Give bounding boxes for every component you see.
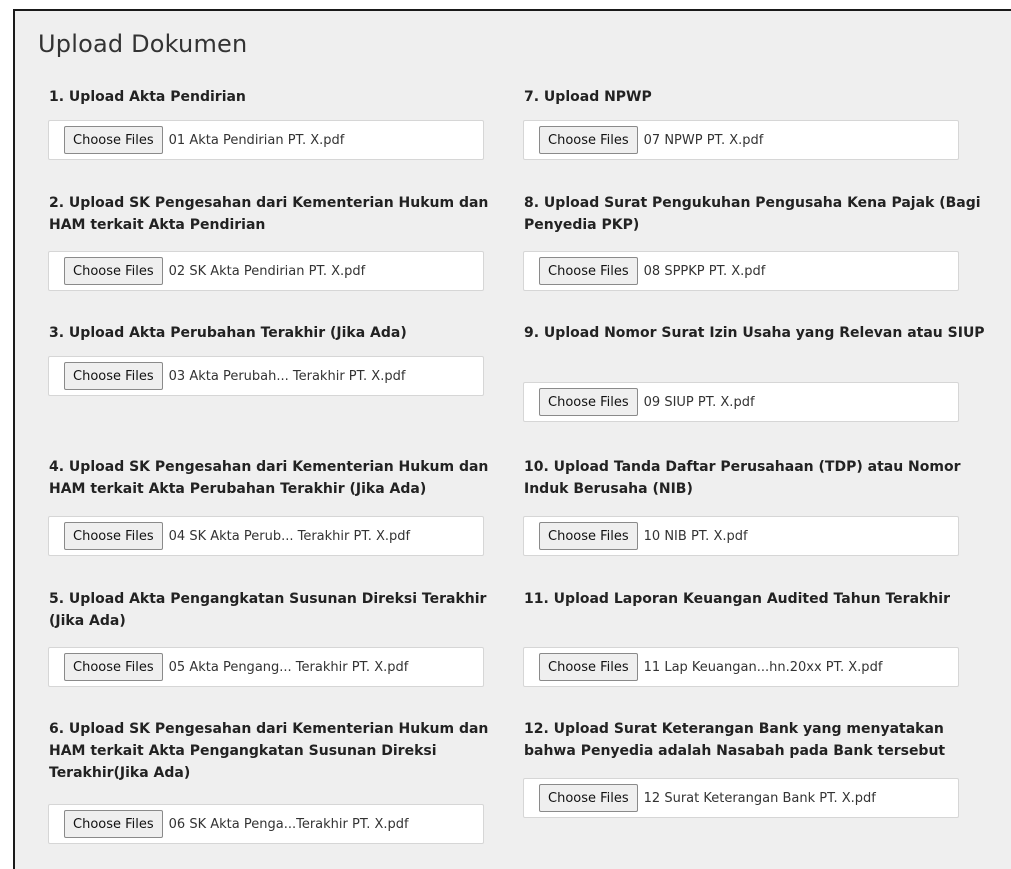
upload-11-label: 11. Upload Laporan Keuangan Audited Tahu… bbox=[524, 591, 951, 607]
upload-8-choose-files-button[interactable]: Choose Files bbox=[539, 257, 638, 285]
upload-5-label: 5. Upload Akta Pengangkatan Susunan Dire… bbox=[49, 591, 487, 629]
page-title: Upload Dokumen bbox=[38, 30, 248, 58]
upload-12-file-name: 12 Surat Keterangan Bank PT. X.pdf bbox=[643, 790, 876, 806]
upload-5-field: Choose Files 05 Akta Pengang... Terakhir… bbox=[48, 647, 484, 687]
upload-1-choose-files-button[interactable]: Choose Files bbox=[64, 126, 163, 154]
upload-10-label: 10. Upload Tanda Daftar Perusahaan (TDP)… bbox=[524, 459, 961, 497]
upload-11-file-name: 11 Lap Keuangan...hn.20xx PT. X.pdf bbox=[643, 659, 883, 675]
upload-12-label: 12. Upload Surat Keterangan Bank yang me… bbox=[524, 721, 946, 759]
upload-11-field: Choose Files 11 Lap Keuangan...hn.20xx P… bbox=[523, 647, 959, 687]
upload-4-choose-files-button[interactable]: Choose Files bbox=[64, 522, 163, 550]
upload-2-field: Choose Files 02 SK Akta Pendirian PT. X.… bbox=[48, 251, 484, 291]
upload-8-label: 8. Upload Surat Pengukuhan Pengusaha Ken… bbox=[524, 195, 981, 233]
upload-2-choose-files-button[interactable]: Choose Files bbox=[64, 257, 163, 285]
upload-6-label: 6. Upload SK Pengesahan dari Kementerian… bbox=[49, 721, 489, 781]
upload-10-field: Choose Files 10 NIB PT. X.pdf bbox=[523, 516, 959, 556]
upload-3-field: Choose Files 03 Akta Perubah... Terakhir… bbox=[48, 356, 484, 396]
upload-10-choose-files-button[interactable]: Choose Files bbox=[539, 522, 638, 550]
upload-9-field: Choose Files 09 SIUP PT. X.pdf bbox=[523, 382, 959, 422]
upload-10-file-name: 10 NIB PT. X.pdf bbox=[643, 528, 748, 544]
upload-6-file-name: 06 SK Akta Penga...Terakhir PT. X.pdf bbox=[168, 816, 409, 832]
upload-6-choose-files-button[interactable]: Choose Files bbox=[64, 810, 163, 838]
upload-8-file-name: 08 SPPKP PT. X.pdf bbox=[643, 263, 766, 279]
upload-7-label: 7. Upload NPWP bbox=[524, 89, 652, 105]
upload-12-field: Choose Files 12 Surat Keterangan Bank PT… bbox=[523, 778, 959, 818]
upload-12-choose-files-button[interactable]: Choose Files bbox=[539, 784, 638, 812]
upload-5-choose-files-button[interactable]: Choose Files bbox=[64, 653, 163, 681]
upload-11-choose-files-button[interactable]: Choose Files bbox=[539, 653, 638, 681]
upload-9-choose-files-button[interactable]: Choose Files bbox=[539, 388, 638, 416]
upload-4-label: 4. Upload SK Pengesahan dari Kementerian… bbox=[49, 459, 489, 497]
upload-3-label: 3. Upload Akta Perubahan Terakhir (Jika … bbox=[49, 325, 407, 341]
upload-7-field: Choose Files 07 NPWP PT. X.pdf bbox=[523, 120, 959, 160]
upload-1-label: 1. Upload Akta Pendirian bbox=[49, 89, 246, 105]
upload-2-file-name: 02 SK Akta Pendirian PT. X.pdf bbox=[168, 263, 366, 279]
upload-2-label: 2. Upload SK Pengesahan dari Kementerian… bbox=[49, 195, 489, 233]
upload-1-field: Choose Files 01 Akta Pendirian PT. X.pdf bbox=[48, 120, 484, 160]
upload-4-file-name: 04 SK Akta Perub... Terakhir PT. X.pdf bbox=[168, 528, 411, 544]
upload-3-choose-files-button[interactable]: Choose Files bbox=[64, 362, 163, 390]
upload-8-field: Choose Files 08 SPPKP PT. X.pdf bbox=[523, 251, 959, 291]
upload-6-field: Choose Files 06 SK Akta Penga...Terakhir… bbox=[48, 804, 484, 844]
upload-7-file-name: 07 NPWP PT. X.pdf bbox=[643, 132, 764, 148]
upload-5-file-name: 05 Akta Pengang... Terakhir PT. X.pdf bbox=[168, 659, 409, 675]
upload-1-file-name: 01 Akta Pendirian PT. X.pdf bbox=[168, 132, 345, 148]
upload-9-label: 9. Upload Nomor Surat Izin Usaha yang Re… bbox=[524, 325, 985, 341]
upload-7-choose-files-button[interactable]: Choose Files bbox=[539, 126, 638, 154]
upload-4-field: Choose Files 04 SK Akta Perub... Terakhi… bbox=[48, 516, 484, 556]
upload-3-file-name: 03 Akta Perubah... Terakhir PT. X.pdf bbox=[168, 368, 406, 384]
upload-9-file-name: 09 SIUP PT. X.pdf bbox=[643, 394, 755, 410]
